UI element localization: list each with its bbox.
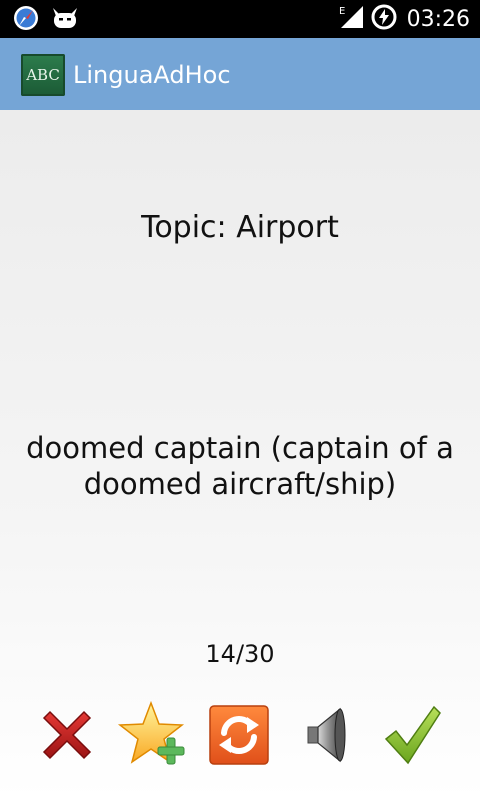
app-title: LinguaAdHoc bbox=[73, 61, 231, 89]
battery-charging-icon bbox=[371, 4, 397, 34]
add-favorite-button[interactable] bbox=[117, 700, 189, 774]
green-check-icon bbox=[380, 703, 444, 771]
svg-text:E: E bbox=[339, 6, 345, 17]
flashcard-area: Topic: Airport doomed captain (captain o… bbox=[0, 110, 480, 800]
card-counter: 14/30 bbox=[205, 640, 275, 668]
correct-button[interactable] bbox=[376, 702, 448, 772]
app-logo-icon[interactable]: ABC bbox=[21, 54, 65, 96]
cat-notification-icon bbox=[50, 4, 80, 36]
word-text: doomed captain (captain of a doomed airc… bbox=[26, 431, 454, 501]
speak-button[interactable] bbox=[290, 702, 362, 772]
star-plus-icon bbox=[117, 700, 189, 774]
topic-label: Topic: Airport bbox=[141, 210, 339, 245]
app-logo-text: ABC bbox=[26, 66, 60, 84]
action-bar: ABC LinguaAdHoc bbox=[0, 38, 480, 110]
status-time: 03:26 bbox=[406, 6, 470, 32]
signal-icon: E bbox=[337, 4, 365, 34]
status-bar: E 03:26 bbox=[0, 0, 480, 38]
status-right-icons: E 03:26 bbox=[337, 0, 470, 38]
wrong-button[interactable] bbox=[31, 702, 103, 772]
refresh-icon bbox=[207, 703, 271, 771]
refresh-button[interactable] bbox=[203, 702, 275, 772]
browser-compass-icon bbox=[12, 4, 40, 36]
red-x-icon bbox=[36, 704, 98, 770]
status-left-icons bbox=[12, 4, 80, 36]
speaker-icon bbox=[296, 703, 356, 771]
card-toolbar bbox=[0, 700, 480, 774]
